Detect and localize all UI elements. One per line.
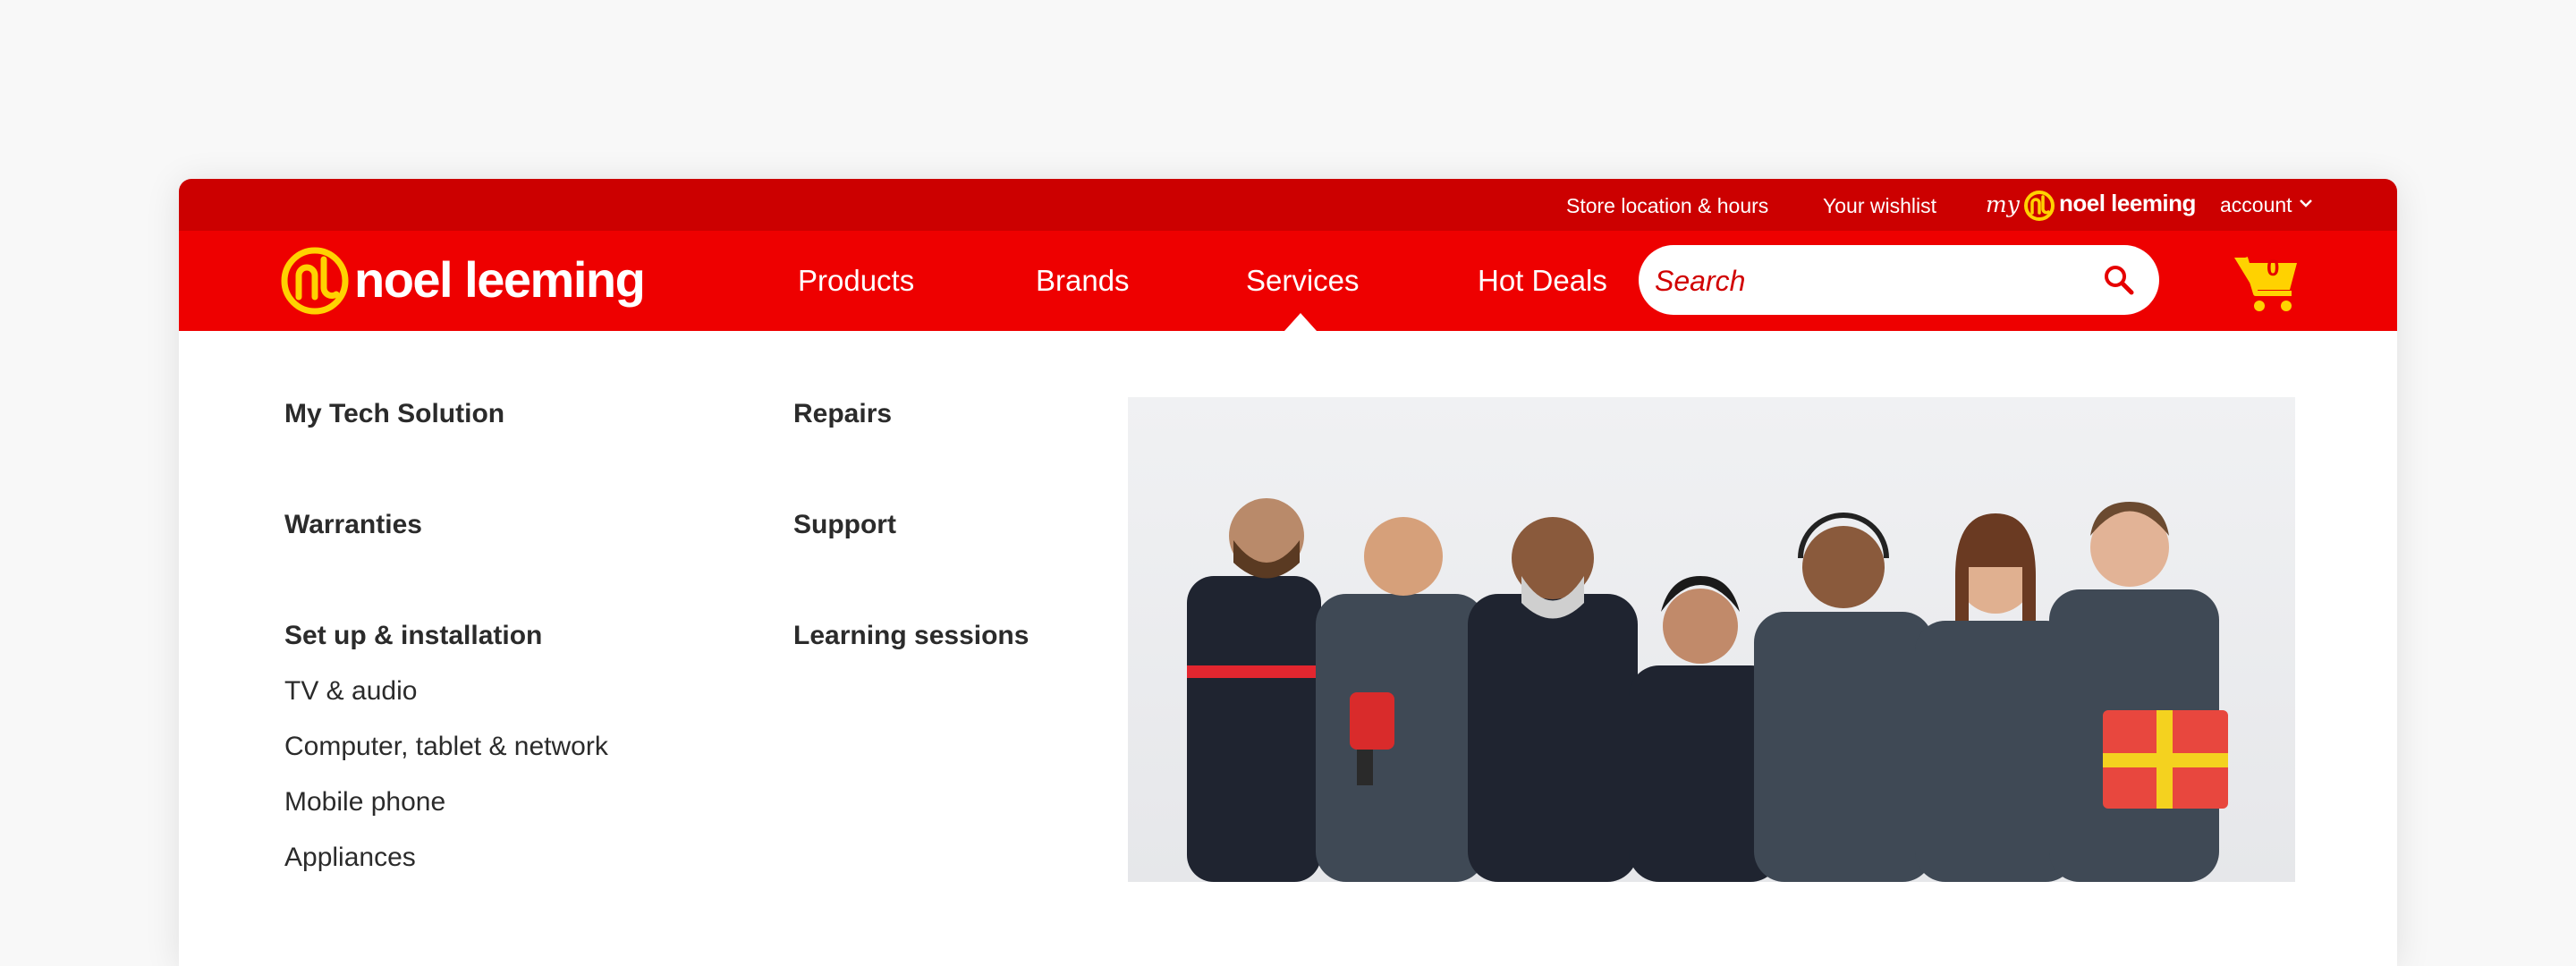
menu-computer-tablet-network[interactable]: Computer, tablet & network [284,732,608,762]
menu-tv-audio[interactable]: TV & audio [284,676,417,707]
tech-team-photo[interactable] [1128,397,2295,882]
account-my-label: my [1986,191,2020,217]
search-box [1639,245,2159,315]
menu-support[interactable]: Support [793,510,896,540]
utility-bar: Store location & hours Your wishlist my … [179,179,2397,231]
nav-brands[interactable]: Brands [1036,231,1130,331]
account-menu[interactable]: my noel leeming account [1986,179,2312,231]
menu-warranties[interactable]: Warranties [284,510,422,540]
account-label: account [2220,193,2292,216]
cart-button[interactable]: 0 [2233,250,2301,315]
nl-logo-icon [2023,190,2055,226]
search-icon[interactable] [2102,263,2136,301]
nl-logo-icon [279,245,351,321]
menu-appliances[interactable]: Appliances [284,843,416,873]
cart-icon [2233,257,2301,318]
browser-window: Store location & hours Your wishlist my … [179,179,2397,966]
nav-products[interactable]: Products [798,231,914,331]
menu-learning-sessions[interactable]: Learning sessions [793,621,1029,651]
active-nav-indicator [1284,313,1317,331]
brand-logo[interactable]: noel leeming [279,245,673,318]
menu-mobile-phone[interactable]: Mobile phone [284,787,445,818]
nav-hot-deals[interactable]: Hot Deals [1478,231,1607,331]
chevron-down-icon [2299,197,2313,213]
wishlist-link[interactable]: Your wishlist [1823,179,1936,231]
menu-my-tech-solution[interactable]: My Tech Solution [284,399,504,429]
cart-count: 0 [2267,254,2280,281]
search-input[interactable] [1653,254,2086,308]
brand-wordmark: noel leeming [354,251,646,308]
account-brand-label: noel leeming [2059,190,2196,216]
menu-repairs[interactable]: Repairs [793,399,892,429]
store-location-link[interactable]: Store location & hours [1566,179,1768,231]
menu-setup-installation[interactable]: Set up & installation [284,621,542,651]
